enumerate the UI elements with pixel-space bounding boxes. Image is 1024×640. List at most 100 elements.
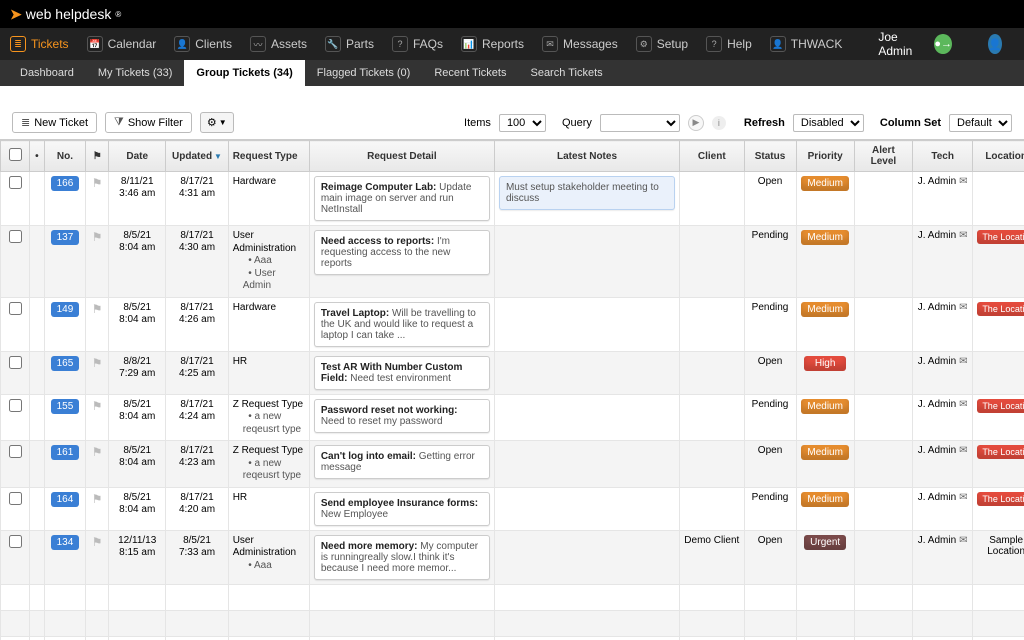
table-row[interactable]: 149⚑8/5/218:04 am8/17/214:26 amHardwareT… xyxy=(1,297,1024,351)
row-checkbox[interactable] xyxy=(9,445,22,458)
mail-icon[interactable]: ✉ xyxy=(959,492,967,503)
mail-icon[interactable]: ✉ xyxy=(959,356,967,367)
col-date[interactable]: Date xyxy=(109,141,166,172)
col-priority[interactable]: Priority xyxy=(796,141,854,172)
row-checkbox[interactable] xyxy=(9,302,22,315)
col-request-type[interactable]: Request Type xyxy=(228,141,309,172)
ticket-number-badge[interactable]: 137 xyxy=(51,230,80,245)
ticket-number-badge[interactable]: 149 xyxy=(51,302,80,317)
cell-select[interactable] xyxy=(1,441,30,488)
cell-select[interactable] xyxy=(1,351,30,394)
nav-item-tickets[interactable]: ≣Tickets xyxy=(10,36,69,52)
flag-icon[interactable]: ⚑ xyxy=(92,535,103,549)
query-select[interactable] xyxy=(600,114,680,132)
ticket-number-badge[interactable]: 155 xyxy=(51,399,80,414)
query-info-icon[interactable]: i xyxy=(712,116,726,130)
cell-select[interactable] xyxy=(1,297,30,351)
nav-item-clients[interactable]: 👤Clients xyxy=(174,36,232,52)
nav-item-setup[interactable]: ⚙Setup xyxy=(636,36,688,52)
cell-select[interactable] xyxy=(1,530,30,584)
table-scroll[interactable]: • No. ⚑ Date Updated▼ Request Type Reque… xyxy=(0,140,1024,640)
row-checkbox[interactable] xyxy=(9,356,22,369)
row-checkbox[interactable] xyxy=(9,492,22,505)
table-row[interactable]: 166⚑8/11/213:46 am8/17/214:31 amHardware… xyxy=(1,172,1024,226)
col-flag[interactable]: ⚑ xyxy=(86,141,109,172)
cell-select[interactable] xyxy=(1,394,30,441)
flag-icon[interactable]: ⚑ xyxy=(92,230,103,244)
table-row[interactable]: 165⚑8/8/217:29 am8/17/214:25 amHRTest AR… xyxy=(1,351,1024,394)
flag-icon[interactable]: ⚑ xyxy=(92,356,103,370)
ticket-number-badge[interactable]: 161 xyxy=(51,445,80,460)
col-tech[interactable]: Tech xyxy=(913,141,973,172)
col-request-detail[interactable]: Request Detail xyxy=(309,141,494,172)
mail-icon[interactable]: ✉ xyxy=(959,445,967,456)
request-detail-card[interactable]: Need access to reports: I'm requesting a… xyxy=(314,230,490,275)
mail-icon[interactable]: ✉ xyxy=(959,535,967,546)
cell-select[interactable] xyxy=(1,172,30,226)
table-row[interactable]: 155⚑8/5/218:04 am8/17/214:24 amZ Request… xyxy=(1,394,1024,441)
ticket-number-badge[interactable]: 134 xyxy=(51,535,80,550)
columnset-select[interactable]: Default xyxy=(949,114,1012,132)
nav-item-parts[interactable]: 🔧Parts xyxy=(325,36,374,52)
status-online-icon[interactable]: ●→ xyxy=(934,34,952,54)
user-avatar-icon[interactable]: 👤 xyxy=(988,34,1002,54)
flag-icon[interactable]: ⚑ xyxy=(92,176,103,190)
table-row[interactable]: 134⚑12/11/138:15 am8/5/217:33 amUser Adm… xyxy=(1,530,1024,584)
col-select-all[interactable] xyxy=(1,141,30,172)
mail-icon[interactable]: ✉ xyxy=(959,399,967,410)
row-checkbox[interactable] xyxy=(9,230,22,243)
nav-item-faqs[interactable]: ?FAQs xyxy=(392,36,443,52)
col-updated[interactable]: Updated▼ xyxy=(166,141,228,172)
run-query-button[interactable]: ▶ xyxy=(688,115,704,131)
table-row[interactable]: 137⚑8/5/218:04 am8/17/214:30 amUser Admi… xyxy=(1,226,1024,298)
mail-icon[interactable]: ✉ xyxy=(959,230,967,241)
col-location[interactable]: Location xyxy=(973,141,1024,172)
row-checkbox[interactable] xyxy=(9,176,22,189)
request-detail-card[interactable]: Send employee Insurance forms: New Emplo… xyxy=(314,492,490,526)
sub-tab-group-tickets-34-[interactable]: Group Tickets (34) xyxy=(184,60,304,86)
col-indicator[interactable]: • xyxy=(30,141,45,172)
col-number[interactable]: No. xyxy=(44,141,86,172)
flag-icon[interactable]: ⚑ xyxy=(92,302,103,316)
ticket-number-badge[interactable]: 164 xyxy=(51,492,80,507)
sub-tab-search-tickets[interactable]: Search Tickets xyxy=(518,60,614,86)
nav-item-help[interactable]: ?Help xyxy=(706,36,752,52)
show-filter-button[interactable]: ⧩ Show Filter xyxy=(105,112,192,133)
items-select[interactable]: 100 xyxy=(499,114,546,132)
col-status[interactable]: Status xyxy=(744,141,796,172)
request-detail-card[interactable]: Password reset not working: Need to rese… xyxy=(314,399,490,433)
row-checkbox[interactable] xyxy=(9,399,22,412)
refresh-select[interactable]: Disabled xyxy=(793,114,864,132)
request-detail-card[interactable]: Reimage Computer Lab: Update main image … xyxy=(314,176,490,221)
cell-select[interactable] xyxy=(1,226,30,298)
request-detail-card[interactable]: Need more memory: My computer is running… xyxy=(314,535,490,580)
nav-item-thwack[interactable]: 👤THWACK xyxy=(770,36,843,52)
row-checkbox[interactable] xyxy=(9,535,22,548)
col-alert-level[interactable]: Alert Level xyxy=(854,141,912,172)
cell-select[interactable] xyxy=(1,487,30,530)
nav-item-calendar[interactable]: 📅Calendar xyxy=(87,36,157,52)
sub-tab-my-tickets-33-[interactable]: My Tickets (33) xyxy=(86,60,185,86)
select-all-checkbox[interactable] xyxy=(9,148,22,161)
nav-item-reports[interactable]: 📊Reports xyxy=(461,36,524,52)
mail-icon[interactable]: ✉ xyxy=(959,176,967,187)
flag-icon[interactable]: ⚑ xyxy=(92,492,103,506)
sub-tab-recent-tickets[interactable]: Recent Tickets xyxy=(422,60,518,86)
sub-tab-dashboard[interactable]: Dashboard xyxy=(8,60,86,86)
nav-item-messages[interactable]: ✉Messages xyxy=(542,36,618,52)
table-row[interactable]: 161⚑8/5/218:04 am8/17/214:23 amZ Request… xyxy=(1,441,1024,488)
col-latest-notes[interactable]: Latest Notes xyxy=(494,141,679,172)
new-ticket-button[interactable]: ≣ New Ticket xyxy=(12,112,97,133)
flag-icon[interactable]: ⚑ xyxy=(92,445,103,459)
flag-icon[interactable]: ⚑ xyxy=(92,399,103,413)
request-detail-card[interactable]: Travel Laptop: Will be travelling to the… xyxy=(314,302,490,347)
ticket-number-badge[interactable]: 165 xyxy=(51,356,80,371)
mail-icon[interactable]: ✉ xyxy=(959,302,967,313)
sub-tab-flagged-tickets-0-[interactable]: Flagged Tickets (0) xyxy=(305,60,423,86)
col-client[interactable]: Client xyxy=(680,141,744,172)
nav-item-assets[interactable]: 〰Assets xyxy=(250,36,307,52)
toolbar-actions-menu[interactable]: ⚙▼ xyxy=(200,112,234,133)
table-row[interactable]: 164⚑8/5/218:04 am8/17/214:20 amHRSend em… xyxy=(1,487,1024,530)
request-detail-card[interactable]: Test AR With Number Custom Field: Need t… xyxy=(314,356,490,390)
ticket-number-badge[interactable]: 166 xyxy=(51,176,80,191)
